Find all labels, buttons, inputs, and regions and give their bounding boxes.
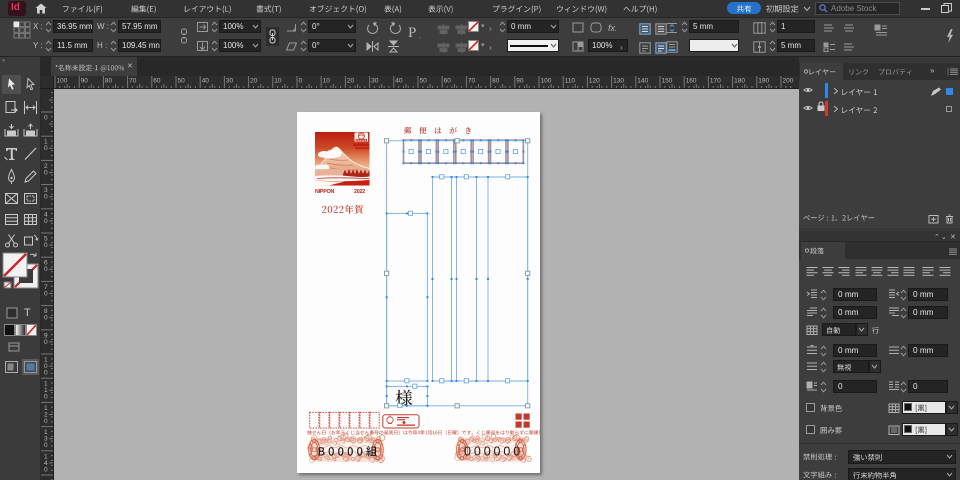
svg-text:0: 0 — [299, 78, 303, 85]
svg-text:0: 0 — [44, 466, 48, 473]
svg-text:10: 10 — [274, 78, 282, 85]
svg-text:30: 30 — [226, 78, 234, 85]
svg-text:0: 0 — [44, 442, 48, 449]
svg-text:0: 0 — [44, 394, 48, 401]
svg-text:0: 0 — [44, 266, 48, 273]
svg-text:170: 170 — [710, 78, 721, 85]
svg-text:0: 0 — [44, 169, 48, 176]
svg-text:000000: 000000 — [464, 445, 523, 459]
svg-text:0: 0 — [44, 290, 48, 297]
svg-text:60: 60 — [444, 78, 452, 85]
svg-text:0: 0 — [44, 145, 48, 152]
svg-text:100: 100 — [57, 78, 68, 85]
svg-text:120: 120 — [589, 78, 600, 85]
svg-text:180: 180 — [734, 78, 745, 85]
svg-text:0: 0 — [44, 242, 48, 249]
svg-text:100: 100 — [541, 78, 552, 85]
svg-text:160: 160 — [686, 78, 697, 85]
svg-text:40: 40 — [395, 78, 403, 85]
svg-text:0: 0 — [44, 418, 48, 425]
svg-text:50: 50 — [178, 78, 186, 85]
svg-text:70: 70 — [468, 78, 476, 85]
svg-text:60: 60 — [153, 78, 161, 85]
svg-text:0: 0 — [44, 370, 48, 377]
svg-text:0: 0 — [44, 315, 48, 322]
svg-text:0: 0 — [44, 115, 48, 122]
svg-text:30: 30 — [371, 78, 379, 85]
svg-text:70: 70 — [129, 78, 137, 85]
svg-text:0: 0 — [44, 339, 48, 346]
svg-text:90: 90 — [516, 78, 524, 85]
svg-text:140: 140 — [637, 78, 648, 85]
svg-text:110: 110 — [565, 78, 576, 85]
svg-text:200: 200 — [783, 78, 794, 85]
svg-text:130: 130 — [613, 78, 624, 85]
svg-text:80: 80 — [105, 78, 113, 85]
svg-text:20: 20 — [347, 78, 355, 85]
svg-text:190: 190 — [758, 78, 769, 85]
svg-text:150: 150 — [662, 78, 673, 85]
svg-text:0: 0 — [44, 218, 48, 225]
svg-text:10: 10 — [323, 78, 331, 85]
svg-text:80: 80 — [492, 78, 500, 85]
svg-text:40: 40 — [202, 78, 210, 85]
svg-text:90: 90 — [81, 78, 89, 85]
svg-text:20: 20 — [250, 78, 258, 85]
svg-text:0: 0 — [44, 194, 48, 201]
svg-text:50: 50 — [420, 78, 428, 85]
